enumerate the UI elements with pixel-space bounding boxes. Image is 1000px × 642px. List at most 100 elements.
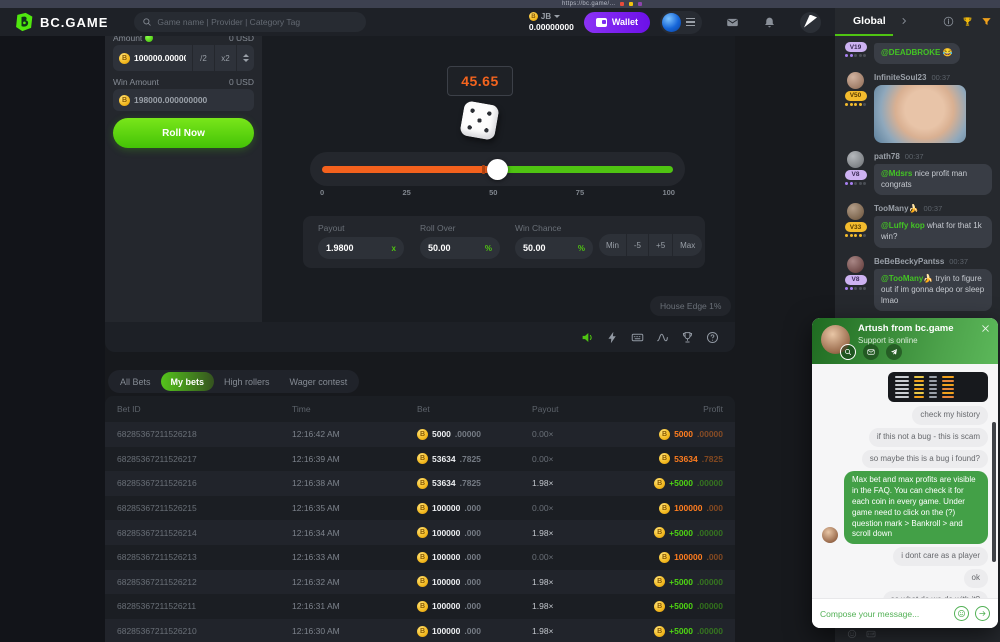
game-search[interactable] (134, 12, 366, 32)
win-chance-minus5-button[interactable]: -5 (626, 234, 648, 256)
bet-table-row[interactable]: 6828536721152621612:16:38 AM53634.78251.… (105, 471, 735, 496)
compose-input[interactable] (820, 609, 948, 619)
roll-now-button[interactable]: Roll Now (113, 118, 254, 148)
chat-bubble: @DEADBROKE 😂 (874, 43, 960, 64)
q-search-icon[interactable] (840, 344, 856, 360)
win-amount-input[interactable] (134, 95, 248, 105)
close-icon[interactable] (981, 324, 990, 333)
slider-handle[interactable] (487, 159, 508, 180)
bell-icon[interactable] (763, 16, 776, 29)
slider-track[interactable] (322, 166, 673, 173)
filter-icon[interactable] (981, 16, 992, 27)
hotkeys-icon[interactable] (631, 331, 644, 344)
support-conversation: check my historyif this not a bug - this… (812, 364, 998, 598)
chat-image-attachment[interactable] (874, 85, 966, 143)
chat-message: V8BeBeBeckyPantss00:37@TooMany🍌 tryin to… (843, 256, 992, 311)
bet-amount-decimals: .000 (464, 577, 481, 587)
tab-high-rollers[interactable]: High rollers (214, 372, 280, 391)
extension-icon[interactable] (638, 2, 642, 6)
chat-username[interactable]: TooMany🍌 (874, 204, 918, 213)
extension-icon[interactable] (620, 2, 624, 6)
chat-username[interactable]: InfiniteSoul23 (874, 73, 926, 82)
user-mention[interactable]: @DEADBROKE (881, 48, 940, 57)
bet-table-row[interactable]: 6828536721152621512:16:35 AM100000.0000.… (105, 496, 735, 521)
vip-progress-dots (845, 234, 866, 237)
info-icon[interactable] (943, 16, 954, 27)
double-bet-button[interactable]: x2 (214, 45, 236, 71)
win-chance-min-button[interactable]: Min (599, 234, 626, 256)
chat-bubble: @TooMany🍌 tryin to figure out if im gonn… (874, 269, 992, 311)
user-mention[interactable]: @Luffy kop (881, 221, 925, 230)
chat-username[interactable]: BeBeBeckyPantss (874, 257, 944, 266)
chevron-right-icon[interactable] (900, 17, 908, 25)
trophy-icon[interactable] (962, 16, 973, 27)
payout-input[interactable] (326, 243, 388, 253)
wallet-button[interactable]: Wallet (584, 12, 650, 33)
amount-stepper[interactable] (236, 45, 254, 71)
payout-cell: 0.00× (532, 429, 632, 439)
avatar[interactable] (847, 72, 864, 89)
help-icon[interactable] (706, 331, 719, 344)
bet-table-row[interactable]: 6828536721152621112:16:31 AM100000.0001.… (105, 594, 735, 619)
win-chance-plus5-button[interactable]: +5 (648, 234, 672, 256)
avatar[interactable] (847, 256, 864, 273)
gif-icon[interactable] (866, 629, 876, 639)
browser-chrome: https://bc.game/... (0, 0, 1000, 8)
column-header: Bet (417, 404, 532, 414)
volume-icon[interactable] (581, 331, 594, 344)
user-menu[interactable] (660, 11, 702, 34)
win-chance-max-button[interactable]: Max (672, 234, 702, 256)
support-image-attachment[interactable] (888, 372, 988, 402)
profit-amount: 5000 (674, 429, 693, 439)
bet-table-row[interactable]: 6828536721152621412:16:34 AM100000.0001.… (105, 520, 735, 545)
chat-message-meta: V8 (843, 151, 868, 196)
slider-tick-label: 25 (402, 188, 410, 197)
bet-amount-input[interactable] (134, 53, 186, 63)
avatar[interactable] (847, 203, 864, 220)
bet-amount: 100000 (432, 577, 460, 587)
user-mention[interactable]: @TooMany🍌 (881, 274, 933, 283)
column-header: Profit (632, 404, 723, 414)
send-icon[interactable] (975, 606, 990, 621)
profit-cell: 100000.000 (632, 503, 723, 514)
bet-amount-decimals: .000 (464, 626, 481, 636)
bet-table-row[interactable]: 6828536721152621012:16:30 AM100000.0001.… (105, 619, 735, 642)
tab-wager-contest[interactable]: Wager contest (280, 372, 358, 391)
chat-header: Global (835, 8, 1000, 34)
wallet-icon (596, 18, 607, 27)
bet-table-row[interactable]: 6828536721152621712:16:39 AM53634.78250.… (105, 447, 735, 472)
turbo-icon[interactable] (606, 331, 619, 344)
search-input[interactable] (157, 17, 358, 27)
bcgame-logo[interactable]: BC.GAME (14, 12, 108, 32)
support-compose-bar (812, 598, 998, 628)
chat-message-content: path7800:37@Mdsrs nice profit man congra… (874, 151, 992, 196)
profit-amount: 53634 (674, 454, 698, 464)
win-chance-input[interactable] (523, 243, 574, 253)
half-bet-button[interactable]: /2 (192, 45, 214, 71)
profit-amount-decimals: .00000 (697, 528, 723, 538)
extension-icon[interactable] (629, 2, 633, 6)
roll-over-input[interactable] (428, 243, 481, 253)
mail-white-icon[interactable] (863, 344, 879, 360)
live-stats-icon[interactable] (656, 331, 669, 344)
tab-all-bets[interactable]: All Bets (110, 372, 161, 391)
spin-rewards-icon[interactable] (800, 12, 821, 33)
bet-table-row[interactable]: 6828536721152621312:16:33 AM100000.0000.… (105, 545, 735, 570)
user-mention[interactable]: @Mdsrs (881, 169, 912, 178)
chat-channel[interactable]: Global (853, 15, 886, 27)
bet-table-row[interactable]: 6828536721152621812:16:42 AM5000.000000.… (105, 422, 735, 447)
scrollbar[interactable] (992, 422, 996, 562)
smiley-icon[interactable] (954, 606, 969, 621)
trophy-gray-icon[interactable] (681, 331, 694, 344)
bets-tabs: All BetsMy betsHigh rollersWager contest (108, 370, 359, 393)
currency-selector[interactable]: JB 0.00000000 (529, 12, 574, 32)
tab-my-bets[interactable]: My bets (161, 372, 215, 391)
mail-icon[interactable] (726, 16, 739, 29)
telegram-icon[interactable] (886, 344, 902, 360)
smiley-icon[interactable] (847, 629, 857, 639)
chat-username[interactable]: path78 (874, 152, 900, 161)
avatar[interactable] (847, 151, 864, 168)
bet-amount-decimals: .000 (464, 601, 481, 611)
support-user-message: so what do we do with it? (883, 591, 988, 598)
bet-table-row[interactable]: 6828536721152621212:16:32 AM100000.0001.… (105, 570, 735, 595)
